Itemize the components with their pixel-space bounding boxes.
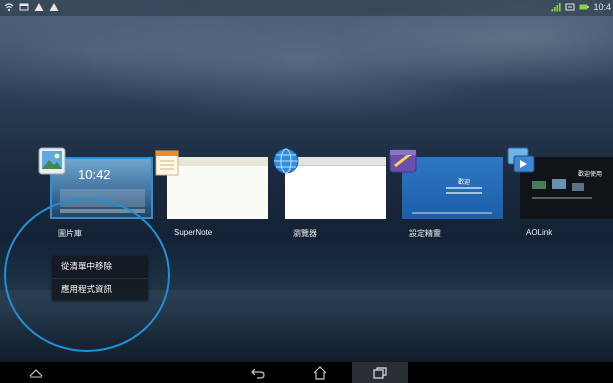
signal-icon bbox=[551, 2, 562, 12]
globe-icon bbox=[272, 147, 302, 177]
highlight-circle bbox=[4, 198, 170, 352]
thumbnail-text: 歡迎使用 bbox=[578, 171, 603, 178]
alert-icon bbox=[49, 2, 59, 12]
back-icon[interactable] bbox=[248, 365, 268, 381]
home-icon[interactable] bbox=[310, 365, 330, 381]
recent-app-label: SuperNote bbox=[174, 228, 213, 237]
wifi-icon bbox=[4, 2, 14, 12]
status-bar: 10:4 bbox=[0, 0, 613, 16]
aolink-icon bbox=[507, 147, 537, 177]
recent-apps-icon[interactable] bbox=[352, 362, 408, 383]
menu-up-icon[interactable] bbox=[26, 365, 46, 381]
clock: 10:4 bbox=[593, 2, 611, 12]
thumbnail-text: 歡迎 bbox=[458, 179, 471, 186]
gallery-notification-icon bbox=[19, 2, 29, 12]
recent-app-label: AOLink bbox=[526, 228, 553, 237]
navigation-bar bbox=[0, 362, 613, 383]
settings-wizard-icon bbox=[389, 147, 419, 177]
notebook-icon bbox=[154, 148, 184, 178]
alert-icon bbox=[34, 2, 44, 12]
thumbnail-clock: 10:42 bbox=[78, 167, 111, 182]
sync-icon bbox=[565, 2, 575, 12]
recent-app-label: 瀏覽器 bbox=[293, 229, 317, 238]
gallery-icon bbox=[38, 147, 68, 177]
battery-icon bbox=[579, 2, 590, 12]
recent-app-label: 設定精靈 bbox=[409, 229, 441, 238]
